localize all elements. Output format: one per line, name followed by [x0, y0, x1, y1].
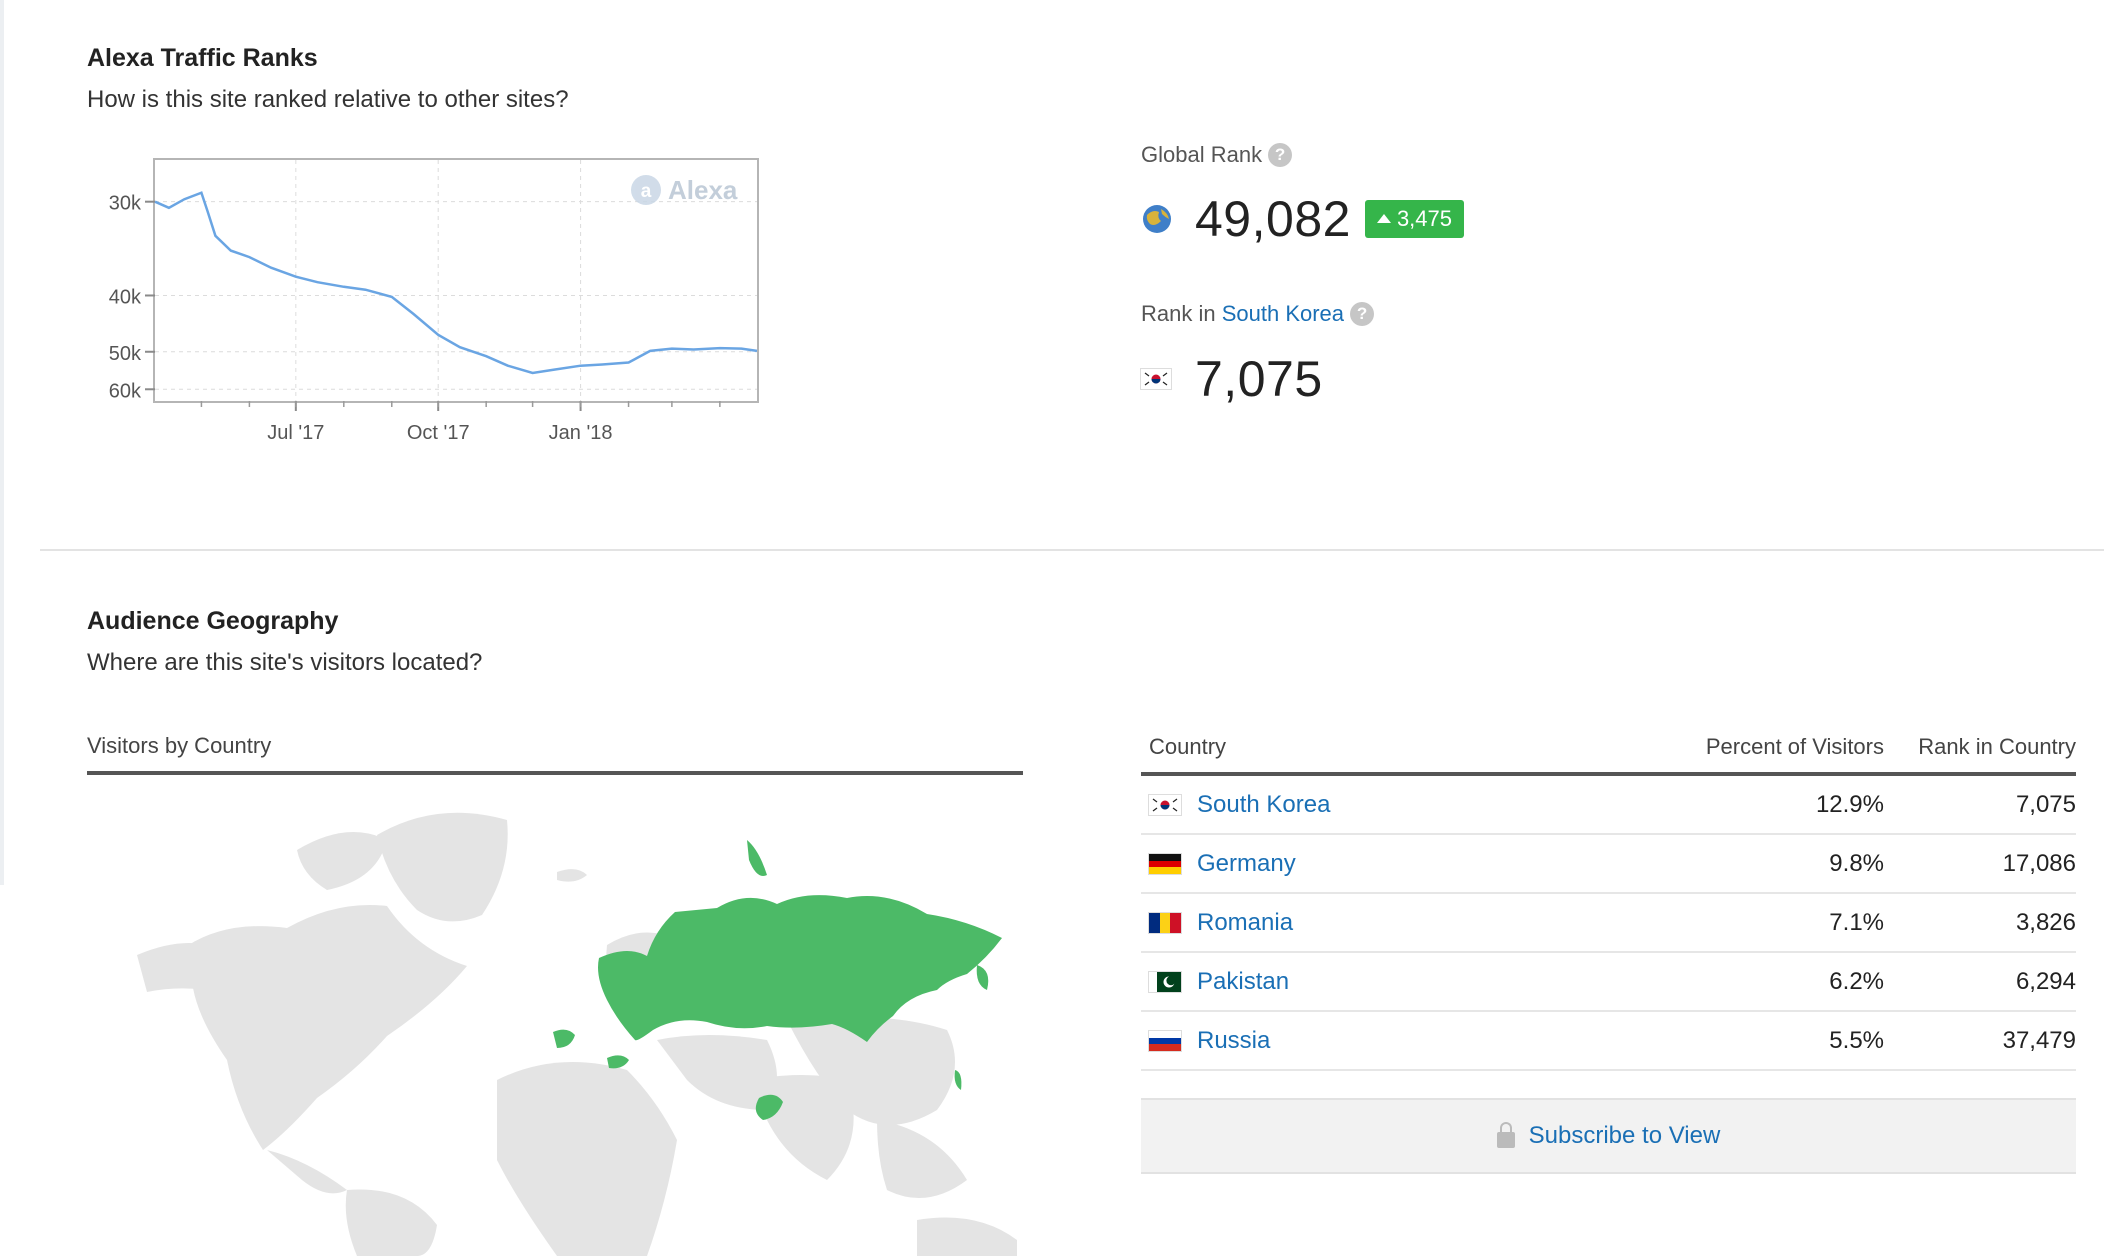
global-rank-value: 49,082	[1195, 191, 1351, 247]
geography-section-title: Audience Geography	[87, 607, 339, 635]
country-rank-row: 7,075	[1141, 350, 1323, 408]
header-rank: Rank in Country	[1918, 734, 2076, 759]
table-header: Country Percent of Visitors Rank in Coun…	[1141, 720, 2076, 776]
subscribe-label: Subscribe to View	[1528, 1122, 1721, 1149]
x-tick-label: Jan '18	[549, 422, 613, 444]
map-germany-highlight	[553, 1029, 575, 1048]
country-link[interactable]: Pakistan	[1197, 968, 1289, 996]
left-edge-strip	[0, 0, 4, 885]
map-canadian-islands	[297, 832, 387, 890]
alexa-watermark-text: Alexa	[668, 175, 738, 205]
svg-text:a: a	[641, 181, 652, 202]
rank-cell: 37,479	[2002, 1026, 2076, 1054]
global-rank-row: 49,082 3,475	[1141, 190, 1464, 248]
global-rank-help-icon[interactable]: ?	[1268, 143, 1293, 167]
alexa-watermark: a Alexa	[631, 175, 738, 205]
russia-flag-icon	[1149, 1030, 1181, 1051]
map-southeast-asia	[877, 1120, 967, 1198]
visitors-by-country-header: Visitors by Country	[87, 733, 1023, 775]
y-tick-label: 60k	[109, 380, 142, 402]
country-link[interactable]: Germany	[1197, 850, 1296, 878]
country-link[interactable]: Russia	[1197, 1027, 1270, 1055]
map-sakhalin-highlight	[954, 1070, 962, 1090]
subscribe-button[interactable]: Subscribe to View	[1141, 1098, 2076, 1174]
geography-section-subtitle: Where are this site's visitors located?	[87, 649, 483, 676]
x-tick-label: Oct '17	[407, 422, 470, 444]
map-kamchatka-highlight	[976, 965, 989, 990]
romania-flag-icon	[1149, 912, 1181, 933]
header-country: Country	[1149, 734, 1227, 759]
rank-cell: 6,294	[2015, 967, 2076, 995]
country-table: Country Percent of Visitors Rank in Coun…	[1141, 720, 2076, 1071]
map-russia-highlight	[598, 895, 1002, 1042]
percent-cell: 12.9%	[1815, 790, 1884, 818]
germany-flag-icon	[1149, 853, 1181, 874]
header-percent: Percent of Visitors	[1705, 734, 1884, 759]
visitors-by-country-label: Visitors by Country	[87, 733, 272, 758]
y-tick-label: 30k	[109, 193, 142, 215]
map-romania-highlight	[607, 1055, 629, 1069]
country-rank-country-link[interactable]: South Korea	[1222, 301, 1344, 326]
south-korea-flag-icon	[1149, 794, 1181, 815]
percent-cell: 9.8%	[1829, 849, 1884, 877]
map-africa	[497, 1062, 677, 1256]
country-rank-label-row: Rank in South Korea?	[1141, 301, 1375, 327]
country-link[interactable]: South Korea	[1197, 791, 1330, 819]
global-rank-delta-badge: 3,475	[1364, 200, 1464, 238]
world-map	[137, 812, 1017, 1256]
map-alaska	[137, 942, 207, 992]
map-south-america	[345, 1189, 437, 1256]
globe-icon	[1143, 205, 1171, 233]
table-row: Romania 7.1% 3,826	[1141, 894, 2076, 953]
traffic-section-subtitle: How is this site ranked relative to othe…	[87, 86, 569, 113]
country-rank-value: 7,075	[1195, 351, 1323, 407]
south-korea-flag-icon	[1141, 369, 1171, 389]
map-novaya-zemlya-highlight	[747, 840, 767, 876]
rank-cell: 17,086	[2002, 849, 2076, 877]
map-north-america	[187, 904, 467, 1150]
section-divider	[40, 549, 2104, 551]
table-row: Russia 5.5% 37,479	[1141, 1012, 2076, 1071]
country-rank-label: Rank in	[1141, 301, 1216, 326]
rank-chart: 30k 40k 50k 60k Jul '17 Oct '17 Jan '18 a Alex…	[109, 158, 759, 444]
global-rank-label: Global Rank	[1141, 142, 1263, 167]
percent-cell: 6.2%	[1829, 967, 1884, 995]
table-row: Germany 9.8% 17,086	[1141, 835, 2076, 894]
map-australia	[917, 1217, 1017, 1256]
table-row: Pakistan 6.2% 6,294	[1141, 953, 2076, 1012]
map-iceland	[557, 869, 587, 882]
map-central-america	[267, 1150, 347, 1194]
pakistan-flag-icon	[1149, 971, 1181, 992]
country-link[interactable]: Romania	[1197, 909, 1293, 937]
map-greenland	[377, 812, 508, 922]
rank-cell: 7,075	[2015, 790, 2076, 818]
percent-cell: 5.5%	[1829, 1026, 1884, 1054]
global-rank-delta: 3,475	[1396, 206, 1452, 231]
country-rank-help-icon[interactable]: ?	[1350, 302, 1375, 326]
up-arrow-icon	[1376, 214, 1391, 223]
lock-icon	[1496, 1122, 1515, 1148]
y-tick-label: 50k	[109, 343, 142, 365]
traffic-section-title: Alexa Traffic Ranks	[87, 44, 318, 72]
y-tick-label: 40k	[109, 286, 142, 308]
rank-cell: 3,826	[2015, 908, 2076, 936]
x-tick-label: Jul '17	[267, 422, 324, 444]
table-row: South Korea 12.9% 7,075	[1141, 776, 2076, 835]
global-rank-label-row: Global Rank?	[1141, 142, 1293, 168]
percent-cell: 7.1%	[1829, 908, 1884, 936]
